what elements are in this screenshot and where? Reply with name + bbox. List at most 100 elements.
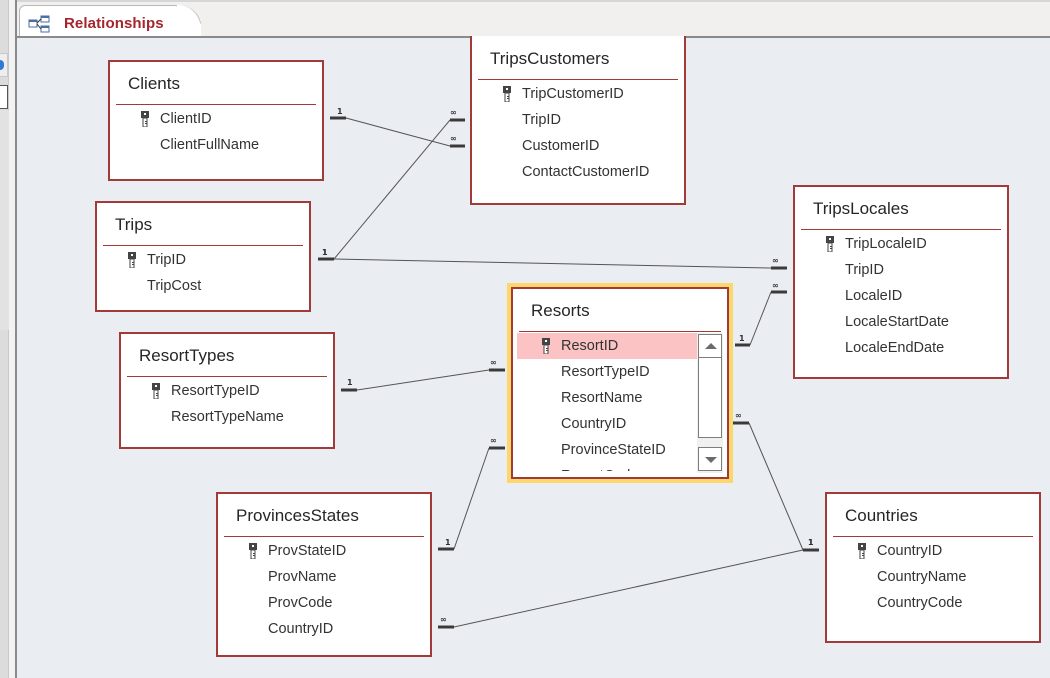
table-provincesstates[interactable]: ProvincesStates ProvStateID ProvName ProvC…: [216, 492, 432, 657]
field-name: TripID: [147, 252, 186, 268]
table-title: Resorts: [531, 301, 590, 320]
field-list: TripID TripCost: [103, 247, 303, 299]
table-title: ResortTypes: [139, 346, 235, 365]
field-list: ClientID ClientFullName: [116, 106, 316, 158]
field-row[interactable]: ResortID: [517, 333, 697, 359]
field-row[interactable]: LocaleStartDate: [801, 309, 1001, 335]
field-row[interactable]: TripID: [103, 247, 303, 273]
title-divider: [103, 245, 303, 246]
field-name: TripID: [522, 112, 561, 128]
title-divider: [224, 536, 424, 537]
table-title: Trips: [115, 215, 153, 234]
field-row[interactable]: TripLocaleID: [801, 231, 1001, 257]
field-name: TripLocaleID: [845, 236, 927, 252]
field-list: TripCustomerID TripID CustomerID ContactCus…: [478, 81, 678, 185]
field-name: ClientID: [160, 111, 212, 127]
field-row[interactable]: ResortTypeID: [517, 359, 697, 385]
field-row[interactable]: ResortTypeName: [127, 404, 327, 430]
field-name: CountryID: [268, 621, 334, 637]
field-name: ResortTypeID: [171, 383, 260, 399]
field-name: CountryID: [877, 543, 943, 559]
field-name: ResortTypeID: [561, 364, 650, 380]
field-name: ProvinceStateID: [561, 442, 666, 458]
nav-pane-toggle-icon: [0, 60, 4, 70]
table-title: Clients: [128, 74, 180, 93]
field-name: ResortTypeName: [171, 409, 284, 425]
field-row[interactable]: ResortTypeID: [127, 378, 327, 404]
title-divider: [127, 376, 327, 377]
field-row[interactable]: CountryID: [517, 411, 697, 437]
field-row[interactable]: CustomerID: [478, 133, 678, 159]
document-tab-strip: Relationships: [17, 0, 1050, 40]
primary-key-icon: [140, 110, 150, 128]
field-row[interactable]: ProvName: [224, 564, 424, 590]
field-row[interactable]: TripCost: [103, 273, 303, 299]
field-name: ProvCode: [268, 595, 333, 611]
field-name: TripID: [845, 262, 884, 278]
field-row[interactable]: CountryCode: [833, 590, 1033, 616]
scroll-thumb[interactable]: [698, 358, 722, 438]
table-resorttypes[interactable]: ResortTypes ResortTypeID ResortTypeName: [119, 332, 335, 449]
field-row[interactable]: CountryName: [833, 564, 1033, 590]
primary-key-icon: [825, 235, 835, 253]
field-row[interactable]: TripID: [801, 257, 1001, 283]
field-list: CountryID CountryName CountryCode: [833, 538, 1033, 616]
field-list: ResortTypeID ResortTypeName: [127, 378, 327, 430]
field-list: ProvStateID ProvName ProvCode CountryID: [224, 538, 424, 642]
field-row[interactable]: ProvinceStateID: [517, 437, 697, 463]
field-row[interactable]: ClientFullName: [116, 132, 316, 158]
table-title: Countries: [845, 506, 918, 525]
table-resorts[interactable]: Resorts ResortID ResortTypeID ResortName Co…: [511, 287, 729, 479]
navigation-pane-collapsed[interactable]: [0, 0, 9, 678]
primary-key-icon: [127, 251, 137, 269]
table-clients[interactable]: Clients ClientID ClientFullName: [108, 60, 324, 181]
field-row[interactable]: LocaleEndDate: [801, 335, 1001, 361]
tab-edge: [177, 5, 201, 39]
field-name: ProvName: [268, 569, 337, 585]
table-tripscustomers[interactable]: TripsCustomers TripCustomerID TripID Custo…: [470, 36, 686, 205]
field-list-scrollbar[interactable]: [697, 333, 723, 473]
field-name: ResortName: [561, 390, 643, 406]
relationships-icon: [28, 15, 50, 33]
field-name: CustomerID: [522, 138, 600, 154]
scroll-up-button[interactable]: [698, 334, 722, 358]
field-row[interactable]: ProvCode: [224, 590, 424, 616]
field-name: LocaleEndDate: [845, 340, 945, 356]
field-name: TripCustomerID: [522, 86, 624, 102]
field-row[interactable]: ContactCustomerID: [478, 159, 678, 185]
table-title: TripsCustomers: [490, 49, 610, 68]
title-divider: [116, 104, 316, 105]
field-row[interactable]: TripID: [478, 107, 678, 133]
field-row[interactable]: LocaleID: [801, 283, 1001, 309]
field-row[interactable]: ClientID: [116, 106, 316, 132]
primary-key-icon: [248, 542, 258, 560]
tab-label: Relationships: [64, 15, 164, 32]
field-name: ProvStateID: [268, 543, 347, 559]
table-countries[interactable]: Countries CountryID CountryName CountryCod…: [825, 492, 1041, 643]
field-row[interactable]: ProvStateID: [224, 538, 424, 564]
field-row[interactable]: TripCustomerID: [478, 81, 678, 107]
field-row[interactable]: ResortName: [517, 385, 697, 411]
table-tripslocales[interactable]: TripsLocales TripLocaleID TripID LocaleID L…: [793, 185, 1009, 379]
arrow-up-icon: [705, 343, 717, 349]
table-trips[interactable]: Trips TripID TripCost: [95, 201, 311, 312]
tab-relationships[interactable]: Relationships: [19, 5, 181, 40]
field-name: LocaleID: [845, 288, 903, 304]
title-divider: [801, 229, 1001, 230]
nav-pane-toggle-button[interactable]: [0, 53, 8, 77]
nav-pane-search-box[interactable]: [0, 85, 8, 109]
access-relationships-window: Relationships 1 ∞ 1 ∞ 1 ∞ 1 ∞ 1 ∞ 1 ∞ 1 ∞ 1 ∞ Clients C…: [0, 0, 1050, 678]
primary-key-icon: [151, 382, 161, 400]
field-row[interactable]: CountryID: [833, 538, 1033, 564]
field-viewport[interactable]: ResortID ResortTypeID ResortName CountryID P…: [517, 333, 697, 471]
field-name: ClientFullName: [160, 137, 260, 153]
field-name: ResortCode: [561, 468, 638, 471]
field-row[interactable]: ResortCode: [517, 463, 697, 471]
field-name: ContactCustomerID: [522, 164, 650, 180]
scroll-down-button[interactable]: [698, 447, 722, 471]
primary-key-icon: [857, 542, 867, 560]
field-name: ResortID: [561, 338, 619, 354]
field-row[interactable]: CountryID: [224, 616, 424, 642]
title-divider: [833, 536, 1033, 537]
field-name: LocaleStartDate: [845, 314, 949, 330]
